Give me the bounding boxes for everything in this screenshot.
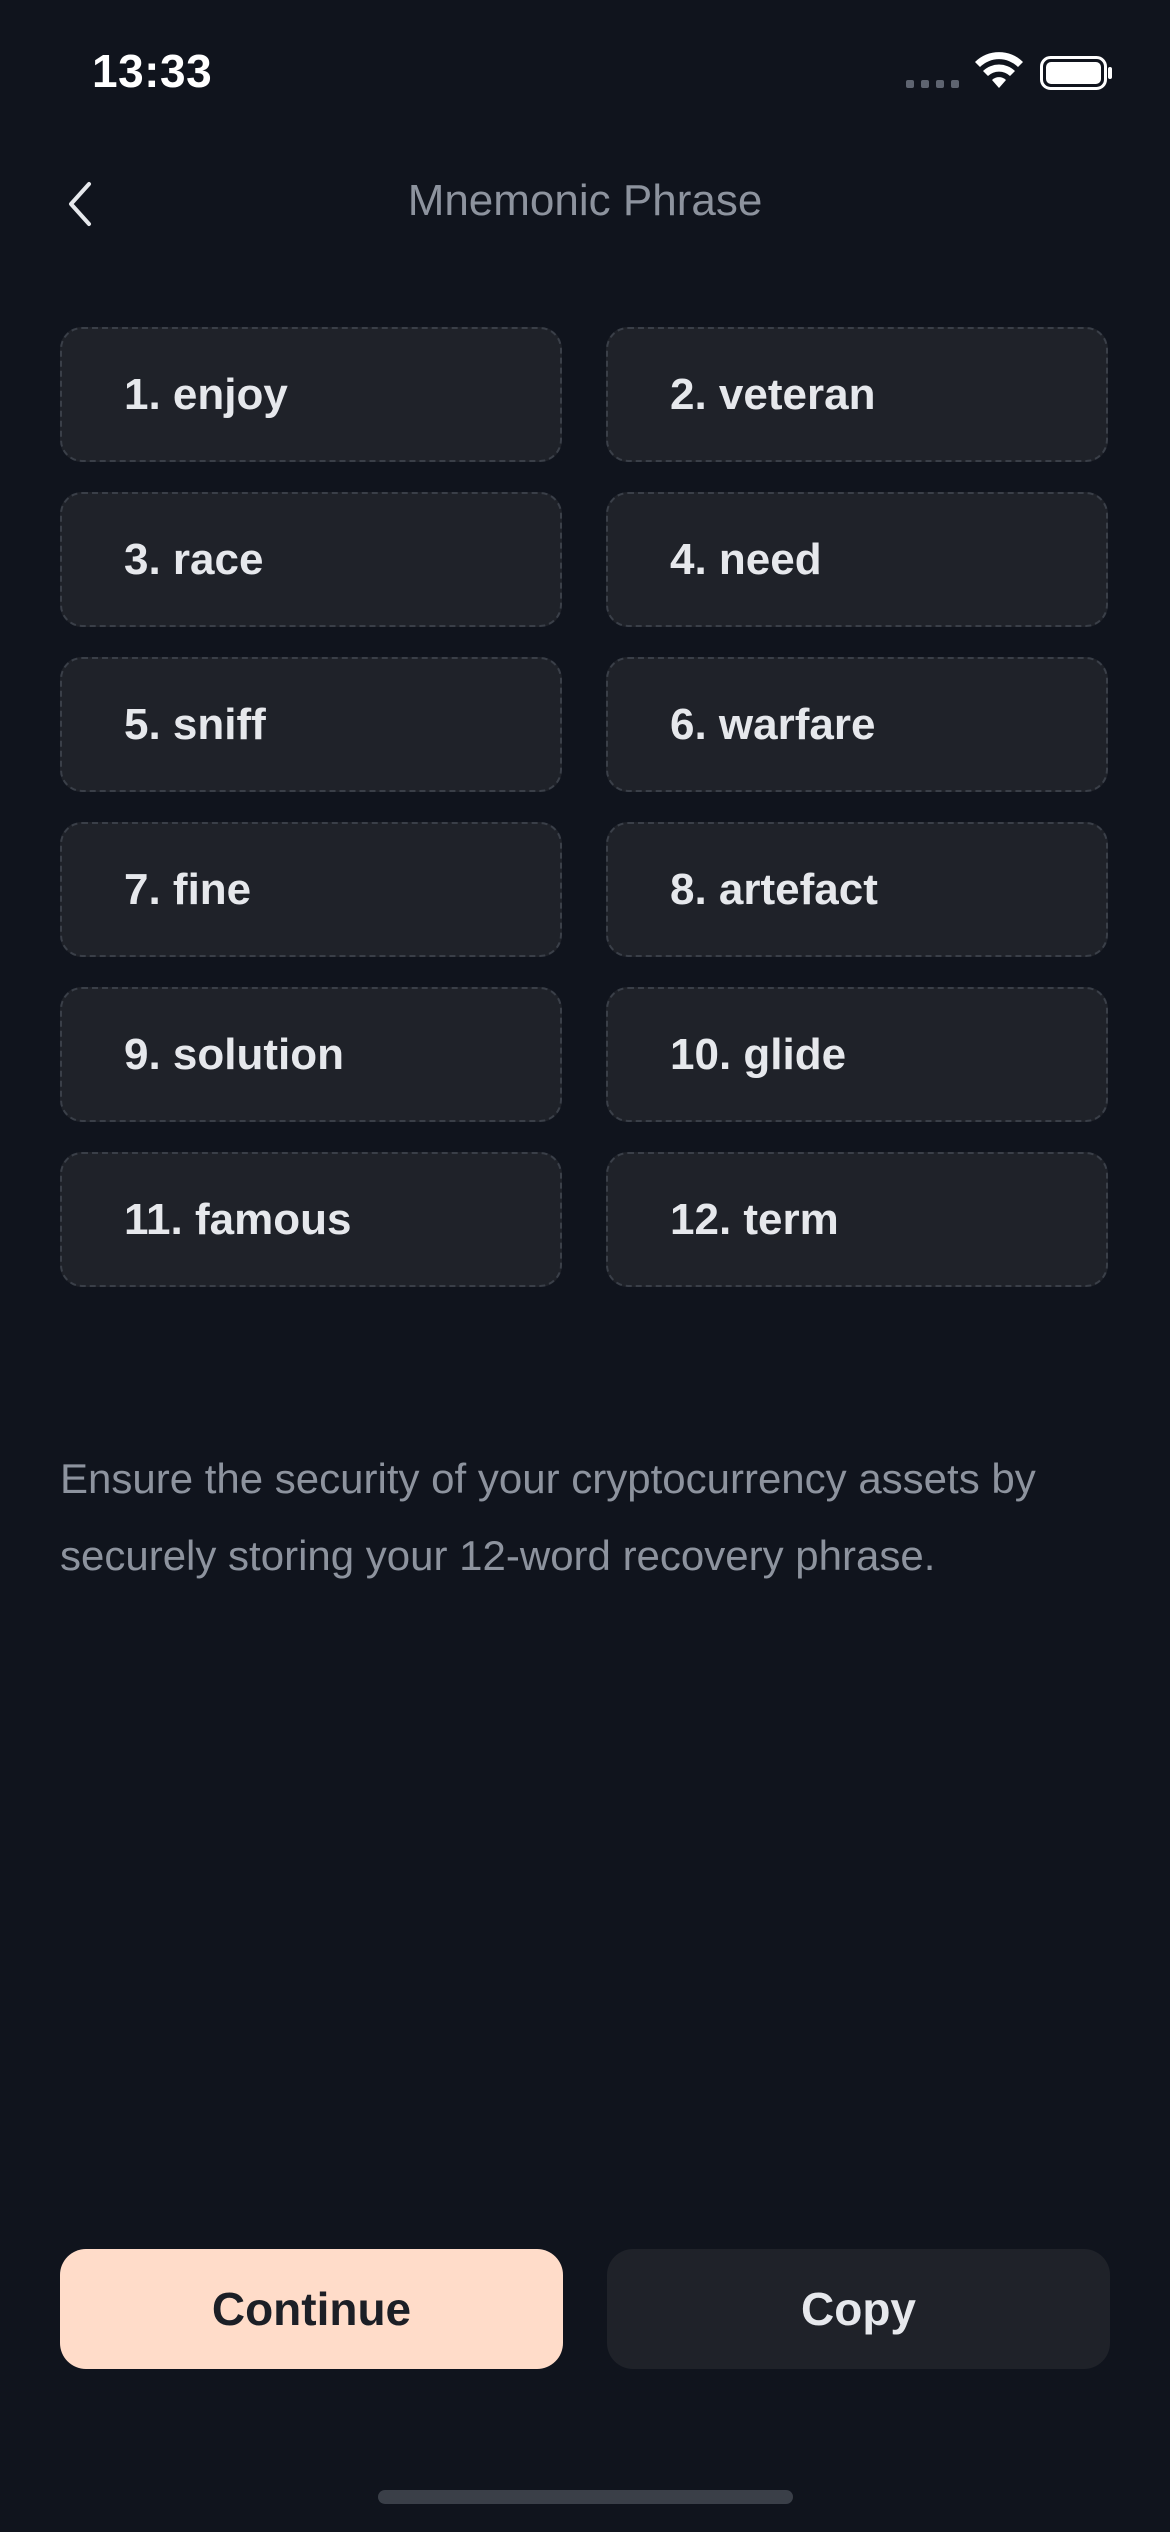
- mnemonic-word: 10. glide: [606, 987, 1108, 1122]
- continue-button[interactable]: Continue: [60, 2249, 563, 2369]
- battery-icon: [1040, 56, 1112, 90]
- mnemonic-word: 6. warfare: [606, 657, 1108, 792]
- home-indicator: [378, 2490, 793, 2504]
- mnemonic-word: 9. solution: [60, 987, 562, 1122]
- copy-button[interactable]: Copy: [607, 2249, 1110, 2369]
- header: Mnemonic Phrase: [0, 160, 1170, 250]
- mnemonic-word: 1. enjoy: [60, 327, 562, 462]
- mnemonic-word: 3. race: [60, 492, 562, 627]
- mnemonic-word: 12. term: [606, 1152, 1108, 1287]
- mnemonic-word: 5. sniff: [60, 657, 562, 792]
- status-bar: 13:33: [0, 0, 1170, 140]
- mnemonic-word: 7. fine: [60, 822, 562, 957]
- status-time: 13:33: [92, 45, 213, 97]
- mnemonic-word: 11. famous: [60, 1152, 562, 1287]
- action-buttons: Continue Copy: [60, 2249, 1110, 2369]
- mnemonic-word: 8. artefact: [606, 822, 1108, 957]
- mnemonic-word: 4. need: [606, 492, 1108, 627]
- page-title: Mnemonic Phrase: [407, 176, 763, 225]
- mnemonic-word-grid: 1. enjoy 2. veteran 3. race 4. need 5. s…: [60, 327, 1110, 1287]
- security-description: Ensure the security of your cryptocurren…: [60, 1455, 1036, 1579]
- mnemonic-word: 2. veteran: [606, 327, 1108, 462]
- cellular-signal-icon: [906, 80, 959, 88]
- wifi-icon: [975, 52, 1023, 88]
